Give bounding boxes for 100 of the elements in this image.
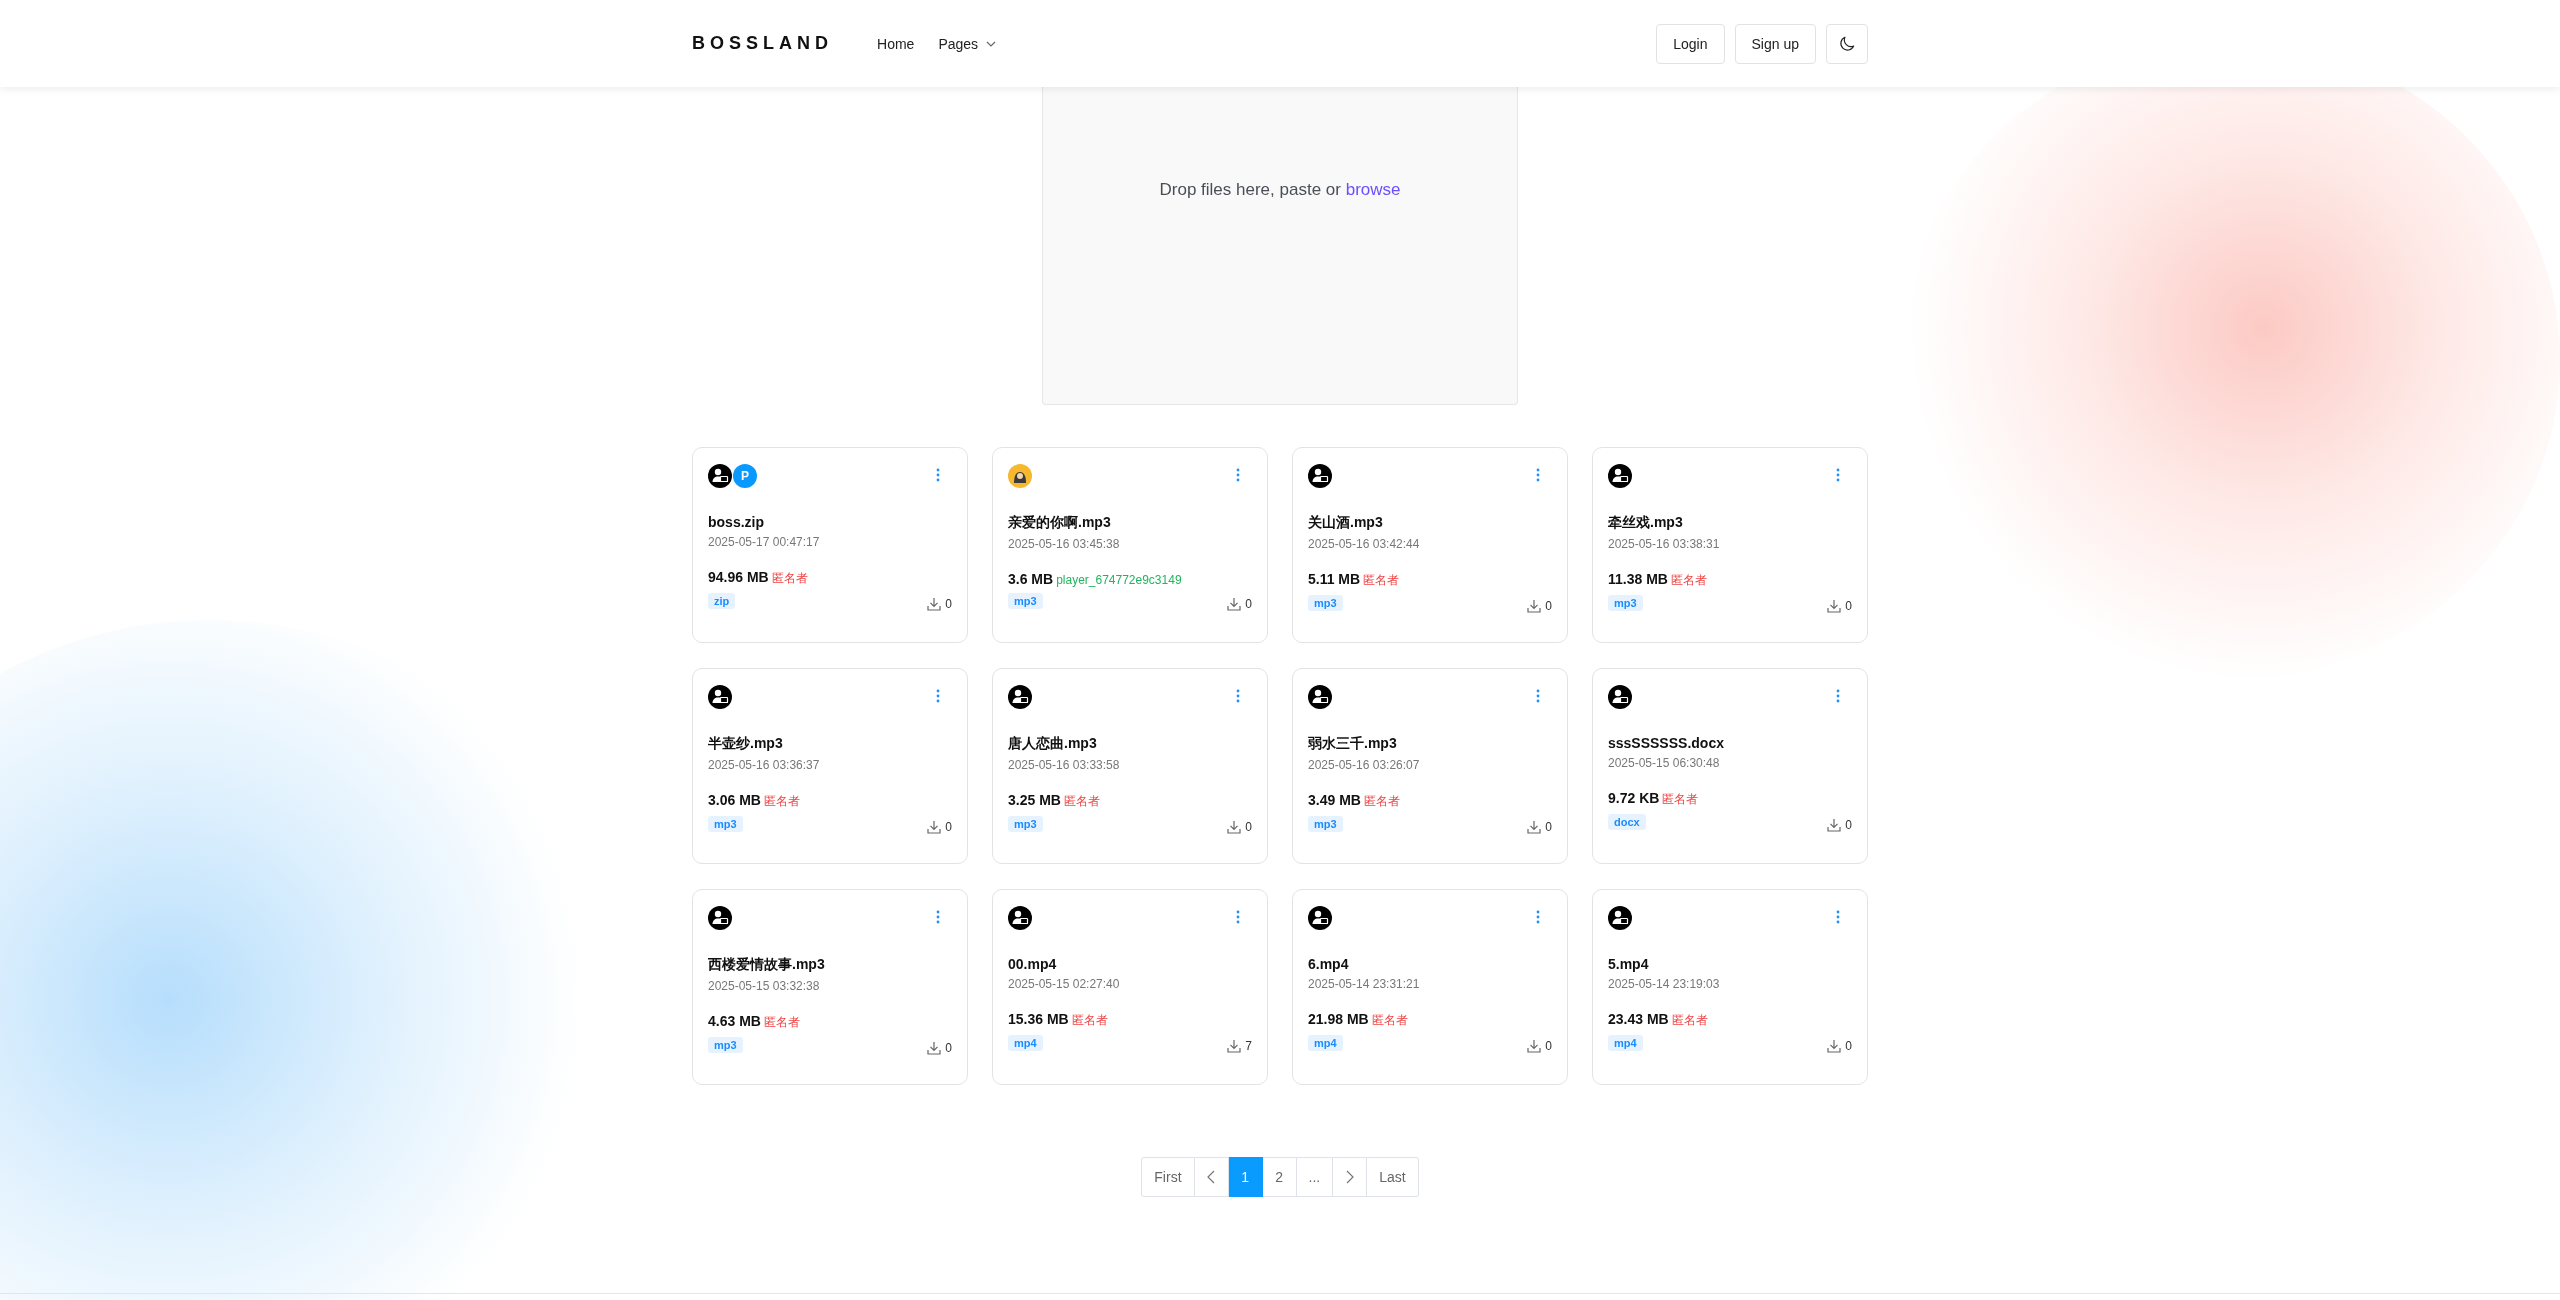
more-options-icon[interactable] xyxy=(1836,689,1840,703)
file-card[interactable]: 6.mp4 2025-05-14 23:31:21 21.98 MB 匿名者 mp4 0 xyxy=(1292,889,1568,1085)
user-avatar-icon xyxy=(1008,685,1032,709)
chevron-down-icon xyxy=(986,40,997,47)
file-card[interactable]: 5.mp4 2025-05-14 23:19:03 23.43 MB 匿名者 mp4 0 xyxy=(1592,889,1868,1085)
user-avatar-icon xyxy=(1608,685,1632,709)
page-button[interactable]: 2 xyxy=(1262,1157,1297,1197)
file-name[interactable]: 亲爱的你啊.mp3 xyxy=(1008,514,1252,532)
file-size: 3.6 MB xyxy=(1008,571,1054,587)
file-name[interactable]: 唐人恋曲.mp3 xyxy=(1008,735,1252,753)
file-name[interactable]: sssSSSSSS.docx xyxy=(1608,735,1852,751)
file-name[interactable]: 弱水三千.mp3 xyxy=(1308,735,1552,753)
more-options-icon[interactable] xyxy=(1836,910,1840,924)
file-type-tag: mp3 xyxy=(1008,816,1043,832)
download-count: 0 xyxy=(1845,818,1852,832)
page-button[interactable]: First xyxy=(1141,1157,1195,1197)
file-name[interactable]: 00.mp4 xyxy=(1008,956,1252,972)
uploader-name: 匿名者 xyxy=(1670,572,1707,589)
upload-dropzone[interactable]: Drop files here, paste or browse xyxy=(1042,87,1518,405)
file-card[interactable]: sssSSSSSS.docx 2025-05-15 06:30:48 9.72 KB 匿名者 docx 0 xyxy=(1592,668,1868,864)
file-card[interactable]: P boss.zip 2025-05-17 00:47:17 94.96 MB 匿名者 zip 0 xyxy=(692,447,968,643)
page-button[interactable]: Last xyxy=(1367,1157,1419,1197)
file-type-tag: mp4 xyxy=(1008,1035,1043,1051)
letter-avatar: P xyxy=(733,464,757,488)
uploader-name: 匿名者 xyxy=(1662,791,1699,808)
download-icon xyxy=(1827,599,1842,613)
file-size: 94.96 MB xyxy=(708,569,769,585)
file-size: 3.06 MB xyxy=(708,792,761,808)
file-type-tag: mp3 xyxy=(708,816,743,832)
file-card[interactable]: 关山酒.mp3 2025-05-16 03:42:44 5.11 MB 匿名者 mp3 0 xyxy=(1292,447,1568,643)
uploader-name: 匿名者 xyxy=(1063,793,1100,810)
more-options-icon[interactable] xyxy=(936,468,940,482)
logo[interactable]: BOSSLAND xyxy=(692,33,833,54)
more-options-icon[interactable] xyxy=(1536,468,1540,482)
more-options-icon[interactable] xyxy=(936,910,940,924)
download-icon xyxy=(1227,1039,1242,1053)
more-options-icon[interactable] xyxy=(1236,910,1240,924)
upload-date: 2025-05-14 23:31:21 xyxy=(1308,977,1421,991)
more-options-icon[interactable] xyxy=(1536,689,1540,703)
file-name[interactable]: 西楼爱情故事.mp3 xyxy=(708,956,952,974)
upload-date: 2025-05-14 23:19:03 xyxy=(1608,977,1721,991)
file-card[interactable]: 00.mp4 2025-05-15 02:27:40 15.36 MB 匿名者 mp4 7 xyxy=(992,889,1268,1085)
nav-link[interactable]: Home xyxy=(877,35,915,52)
nav-dropdown[interactable]: Pages xyxy=(938,35,997,52)
nav-button[interactable]: Login xyxy=(1656,23,1725,64)
file-card[interactable]: 西楼爱情故事.mp3 2025-05-15 03:32:38 4.63 MB 匿名者 mp3 0 xyxy=(692,889,968,1085)
uploader-name: 匿名者 xyxy=(1363,793,1400,810)
user-avatar-icon xyxy=(1308,906,1332,930)
uploader-name: 匿名者 xyxy=(1671,1012,1708,1029)
nav-button[interactable]: Sign up xyxy=(1734,23,1816,64)
file-card[interactable]: 唐人恋曲.mp3 2025-05-16 03:33:58 3.25 MB 匿名者 mp3 0 xyxy=(992,668,1268,864)
download-count: 0 xyxy=(945,597,952,611)
uploader-name: 匿名者 xyxy=(763,1014,800,1031)
file-size: 3.49 MB xyxy=(1308,792,1361,808)
file-type-tag: mp3 xyxy=(708,1037,743,1053)
user-avatar-icon xyxy=(1308,464,1332,488)
file-card[interactable]: 牵丝戏.mp3 2025-05-16 03:38:31 11.38 MB 匿名者 mp3 0 xyxy=(1592,447,1868,643)
file-name[interactable]: boss.zip xyxy=(708,514,952,530)
more-options-icon[interactable] xyxy=(1236,468,1240,482)
download-count: 0 xyxy=(945,1041,952,1055)
download-icon xyxy=(927,1041,942,1055)
dark-mode-button[interactable] xyxy=(1826,23,1868,64)
uploader-name: 匿名者 xyxy=(1363,572,1400,589)
more-options-icon[interactable] xyxy=(1536,910,1540,924)
upload-date: 2025-05-16 03:36:37 xyxy=(708,758,821,772)
download-icon xyxy=(1527,1039,1542,1053)
file-card[interactable]: 弱水三千.mp3 2025-05-16 03:26:07 3.49 MB 匿名者 mp3 0 xyxy=(1292,668,1568,864)
file-size: 4.63 MB xyxy=(708,1013,761,1029)
download-icon xyxy=(1527,820,1542,834)
file-type-tag: mp3 xyxy=(1308,595,1343,611)
user-avatar-icon xyxy=(1608,464,1632,488)
file-name[interactable]: 牵丝戏.mp3 xyxy=(1608,514,1852,532)
file-name[interactable]: 6.mp4 xyxy=(1308,956,1552,972)
file-type-tag: mp4 xyxy=(1608,1035,1643,1051)
file-type-tag: mp3 xyxy=(1608,595,1643,611)
download-icon xyxy=(1227,820,1242,834)
upload-date: 2025-05-16 03:45:38 xyxy=(1008,537,1121,551)
file-name[interactable]: 半壶纱.mp3 xyxy=(708,735,952,753)
file-type-tag: docx xyxy=(1608,814,1646,830)
file-card[interactable]: 半壶纱.mp3 2025-05-16 03:36:37 3.06 MB 匿名者 mp3 0 xyxy=(692,668,968,864)
file-type-tag: mp3 xyxy=(1008,593,1043,609)
more-options-icon[interactable] xyxy=(1836,468,1840,482)
user-avatar-icon xyxy=(708,906,732,930)
upload-date: 2025-05-16 03:38:31 xyxy=(1608,537,1721,551)
file-size: 11.38 MB xyxy=(1608,571,1668,587)
browse-link[interactable]: browse xyxy=(1345,180,1401,199)
more-options-icon[interactable] xyxy=(1236,689,1240,703)
download-count: 7 xyxy=(1245,1039,1252,1053)
more-options-icon[interactable] xyxy=(936,689,940,703)
upload-date: 2025-05-17 00:47:17 xyxy=(708,535,821,549)
user-avatar-icon xyxy=(1308,685,1332,709)
download-icon xyxy=(927,597,942,611)
file-size: 21.98 MB xyxy=(1308,1011,1369,1027)
file-name[interactable]: 5.mp4 xyxy=(1608,956,1852,972)
file-card[interactable]: 亲爱的你啊.mp3 2025-05-16 03:45:38 3.6 MB player_674772e9c3149 mp3 0 xyxy=(992,447,1268,643)
file-name[interactable]: 关山酒.mp3 xyxy=(1308,514,1552,532)
user-avatar-icon xyxy=(1608,906,1632,930)
file-size: 3.25 MB xyxy=(1008,792,1061,808)
page-button[interactable]: ... xyxy=(1296,1157,1334,1197)
download-count: 0 xyxy=(1845,599,1852,613)
